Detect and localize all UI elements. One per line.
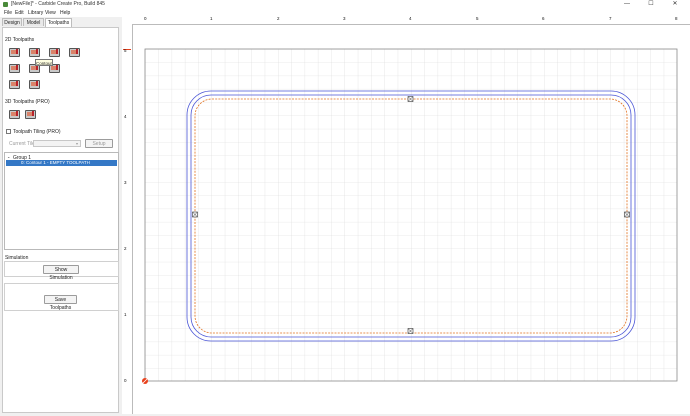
ruler-x-4: 4 (409, 16, 412, 21)
pocket-toolpath-icon[interactable] (29, 48, 40, 57)
ruler-y-0: 0 (124, 378, 127, 383)
ruler-x-1: 1 (210, 16, 213, 21)
rough-3d-icon[interactable] (9, 110, 20, 119)
menu-edit[interactable]: Edit (15, 10, 24, 16)
drill-toolpath-icon[interactable] (49, 48, 60, 57)
section-2d-toolpaths: 2D Toolpaths (5, 37, 35, 43)
finish-3d-icon[interactable] (25, 110, 36, 119)
toolpath-tiling-checkbox[interactable] (6, 129, 11, 134)
ruler-y-5: 5 (124, 48, 127, 53)
window-title: [NewFile]* - Carbide Create Pro, Build 8… (11, 1, 105, 7)
app-icon (3, 2, 8, 7)
toolpath-tree (4, 152, 119, 250)
minimize-button[interactable]: — (618, 0, 636, 9)
tab-design[interactable]: Design (2, 18, 22, 26)
menu-library[interactable]: Library (28, 10, 43, 16)
current-tile-label: Current Tile (9, 141, 35, 147)
tab-model[interactable]: Model (23, 18, 44, 26)
contour-tooltip: Contour (35, 59, 53, 66)
ruler-y-1: 1 (124, 312, 127, 317)
ruler-x-2: 2 (277, 16, 280, 21)
ruler-y-4: 4 (124, 114, 127, 119)
tab-toolpaths[interactable]: Toolpaths (45, 18, 72, 27)
menu-view[interactable]: View (45, 10, 56, 16)
advanced-vcarve-icon[interactable] (9, 64, 20, 73)
ruler-x-3: 3 (343, 16, 346, 21)
ruler-y-2: 2 (124, 246, 127, 251)
ruler-x-7: 7 (609, 16, 612, 21)
current-tile-select[interactable]: ▾ (33, 140, 81, 147)
group-expand-icon[interactable]: ⌄ (7, 154, 10, 159)
top-ruler (122, 14, 690, 25)
show-simulation-button[interactable]: Show Simulation (43, 265, 79, 281)
setup-button[interactable]: Setup (85, 139, 113, 148)
ruler-y-3: 3 (124, 180, 127, 185)
tree-item-selected[interactable]: 0: Contour 1 - EMPTY TOOLPATH (6, 160, 117, 166)
tree-item-label: 0: Contour 1 - EMPTY TOOLPATH (21, 160, 90, 165)
origin-icon (141, 377, 149, 385)
menu-file[interactable]: File (4, 10, 12, 16)
contour-toolpath-icon[interactable] (9, 48, 20, 57)
section-3d-toolpaths: 3D Toolpaths (PRO) (5, 99, 50, 105)
title-bar: [NewFile]* - Carbide Create Pro, Build 8… (0, 0, 690, 9)
chamfer-toolpath-icon[interactable] (9, 80, 20, 89)
maximize-button[interactable]: ☐ (642, 0, 660, 9)
menu-help[interactable]: Help (60, 10, 70, 16)
ruler-x-5: 5 (476, 16, 479, 21)
close-button[interactable]: ✕ (666, 0, 684, 9)
canvas-svg (141, 48, 678, 385)
save-toolpaths-button[interactable]: Save Toolpaths (44, 295, 77, 311)
left-ruler (122, 24, 133, 414)
chevron-down-icon: ▾ (75, 141, 78, 146)
design-canvas[interactable] (133, 25, 690, 414)
toolpath-tiling-label: Toolpath Tiling (PRO) (13, 129, 61, 135)
ruler-x-0: 0 (144, 16, 147, 21)
ruler-x-8: 8 (675, 16, 678, 21)
ruler-x-6: 6 (542, 16, 545, 21)
vcarve-toolpath-icon[interactable] (69, 48, 80, 57)
thread-toolpath-icon[interactable] (29, 80, 40, 89)
